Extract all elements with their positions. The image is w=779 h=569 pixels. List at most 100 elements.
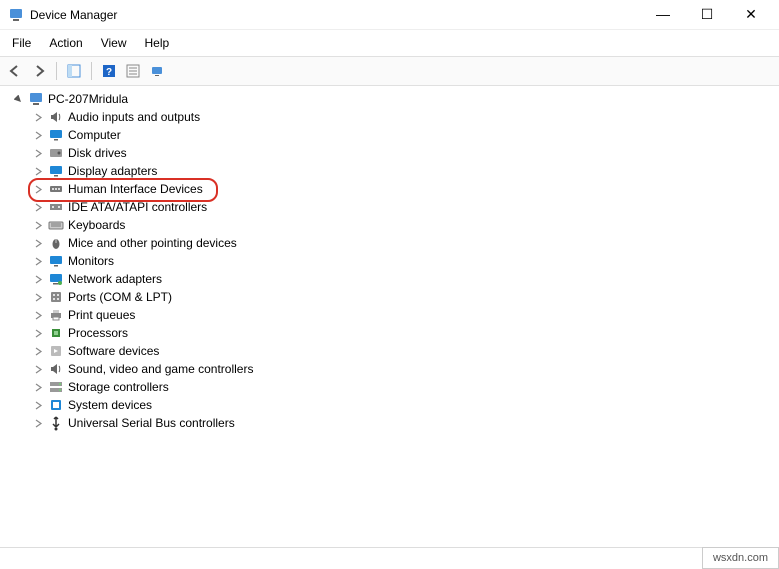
watermark: wsxdn.com <box>702 547 779 569</box>
network-icon <box>48 271 64 287</box>
port-icon <box>48 289 64 305</box>
expander-icon[interactable] <box>32 129 44 141</box>
scan-button[interactable] <box>146 60 168 82</box>
keyboard-icon <box>48 217 64 233</box>
expander-icon[interactable] <box>32 399 44 411</box>
tree-node[interactable]: Monitors <box>0 252 779 270</box>
expander-icon[interactable] <box>32 381 44 393</box>
menu-file[interactable]: File <box>4 32 39 54</box>
node-label: IDE ATA/ATAPI controllers <box>68 198 207 216</box>
node-label: Sound, video and game controllers <box>68 360 253 378</box>
expander-icon[interactable] <box>32 111 44 123</box>
menubar: File Action View Help <box>0 30 779 56</box>
expander-icon[interactable] <box>32 327 44 339</box>
window-title: Device Manager <box>30 8 649 22</box>
monitor-icon <box>48 253 64 269</box>
expander-icon[interactable] <box>32 147 44 159</box>
node-label: Software devices <box>68 342 159 360</box>
node-label: Keyboards <box>68 216 125 234</box>
tree-node[interactable]: Universal Serial Bus controllers <box>0 414 779 432</box>
node-label: Ports (COM & LPT) <box>68 288 172 306</box>
tree-node[interactable]: Storage controllers <box>0 378 779 396</box>
storage-icon <box>48 379 64 395</box>
monitor-icon <box>48 163 64 179</box>
toolbar-separator <box>91 62 92 80</box>
tree-node[interactable]: Network adapters <box>0 270 779 288</box>
expander-icon[interactable] <box>32 309 44 321</box>
node-label: Audio inputs and outputs <box>68 108 200 126</box>
tree-node[interactable]: IDE ATA/ATAPI controllers <box>0 198 779 216</box>
root-label: PC-207Mridula <box>48 90 128 108</box>
expander-icon[interactable] <box>32 183 44 195</box>
expander-icon[interactable] <box>32 273 44 285</box>
expander-icon[interactable] <box>32 255 44 267</box>
hid-icon <box>48 181 64 197</box>
tree-node[interactable]: Software devices <box>0 342 779 360</box>
tree-node[interactable]: Sound, video and game controllers <box>0 360 779 378</box>
titlebar: Device Manager — ☐ ✕ <box>0 0 779 30</box>
device-tree[interactable]: PC-207Mridula Audio inputs and outputsCo… <box>0 86 779 548</box>
node-label: Processors <box>68 324 128 342</box>
expander-icon[interactable] <box>32 345 44 357</box>
usb-icon <box>48 415 64 431</box>
node-label: Display adapters <box>68 162 157 180</box>
tree-node[interactable]: System devices <box>0 396 779 414</box>
toolbar-separator <box>56 62 57 80</box>
software-icon <box>48 343 64 359</box>
tree-node[interactable]: Keyboards <box>0 216 779 234</box>
ide-icon <box>48 199 64 215</box>
svg-text:?: ? <box>106 67 112 78</box>
cpu-icon <box>48 325 64 341</box>
properties-button[interactable] <box>122 60 144 82</box>
minimize-button[interactable]: — <box>649 6 677 23</box>
tree-node[interactable]: Computer <box>0 126 779 144</box>
window-controls: — ☐ ✕ <box>649 6 771 23</box>
close-button[interactable]: ✕ <box>737 6 765 23</box>
computer-icon <box>28 91 44 107</box>
tree-node[interactable]: Mice and other pointing devices <box>0 234 779 252</box>
node-label: Network adapters <box>68 270 162 288</box>
node-label: System devices <box>68 396 152 414</box>
monitor-icon <box>48 127 64 143</box>
app-icon <box>8 7 24 23</box>
node-label: Mice and other pointing devices <box>68 234 237 252</box>
toolbar: ? <box>0 56 779 86</box>
tree-root[interactable]: PC-207Mridula <box>0 90 779 108</box>
node-label: Print queues <box>68 306 135 324</box>
expander-icon[interactable] <box>32 201 44 213</box>
system-icon <box>48 397 64 413</box>
audio-icon <box>48 361 64 377</box>
node-label: Monitors <box>68 252 114 270</box>
node-label: Disk drives <box>68 144 127 162</box>
tree-node[interactable]: Display adapters <box>0 162 779 180</box>
tree-node[interactable]: Disk drives <box>0 144 779 162</box>
menu-action[interactable]: Action <box>41 32 90 54</box>
printer-icon <box>48 307 64 323</box>
tree-node[interactable]: Print queues <box>0 306 779 324</box>
back-button[interactable] <box>4 60 26 82</box>
tree-node[interactable]: Ports (COM & LPT) <box>0 288 779 306</box>
expander-icon[interactable] <box>32 237 44 249</box>
expander-icon[interactable] <box>32 219 44 231</box>
disk-icon <box>48 145 64 161</box>
expander-icon[interactable] <box>32 363 44 375</box>
node-label: Computer <box>68 126 121 144</box>
tree-node[interactable]: Processors <box>0 324 779 342</box>
expander-icon[interactable] <box>32 165 44 177</box>
show-hide-tree-button[interactable] <box>63 60 85 82</box>
help-button[interactable]: ? <box>98 60 120 82</box>
expander-icon[interactable] <box>32 417 44 429</box>
maximize-button[interactable]: ☐ <box>693 6 721 23</box>
tree-node[interactable]: Audio inputs and outputs <box>0 108 779 126</box>
expander-icon[interactable] <box>12 93 24 105</box>
menu-view[interactable]: View <box>93 32 135 54</box>
forward-button[interactable] <box>28 60 50 82</box>
expander-icon[interactable] <box>32 291 44 303</box>
node-label: Human Interface Devices <box>68 180 203 198</box>
menu-help[interactable]: Help <box>137 32 178 54</box>
node-label: Universal Serial Bus controllers <box>68 414 235 432</box>
audio-icon <box>48 109 64 125</box>
mouse-icon <box>48 235 64 251</box>
node-label: Storage controllers <box>68 378 169 396</box>
tree-node[interactable]: Human Interface Devices <box>0 180 779 198</box>
